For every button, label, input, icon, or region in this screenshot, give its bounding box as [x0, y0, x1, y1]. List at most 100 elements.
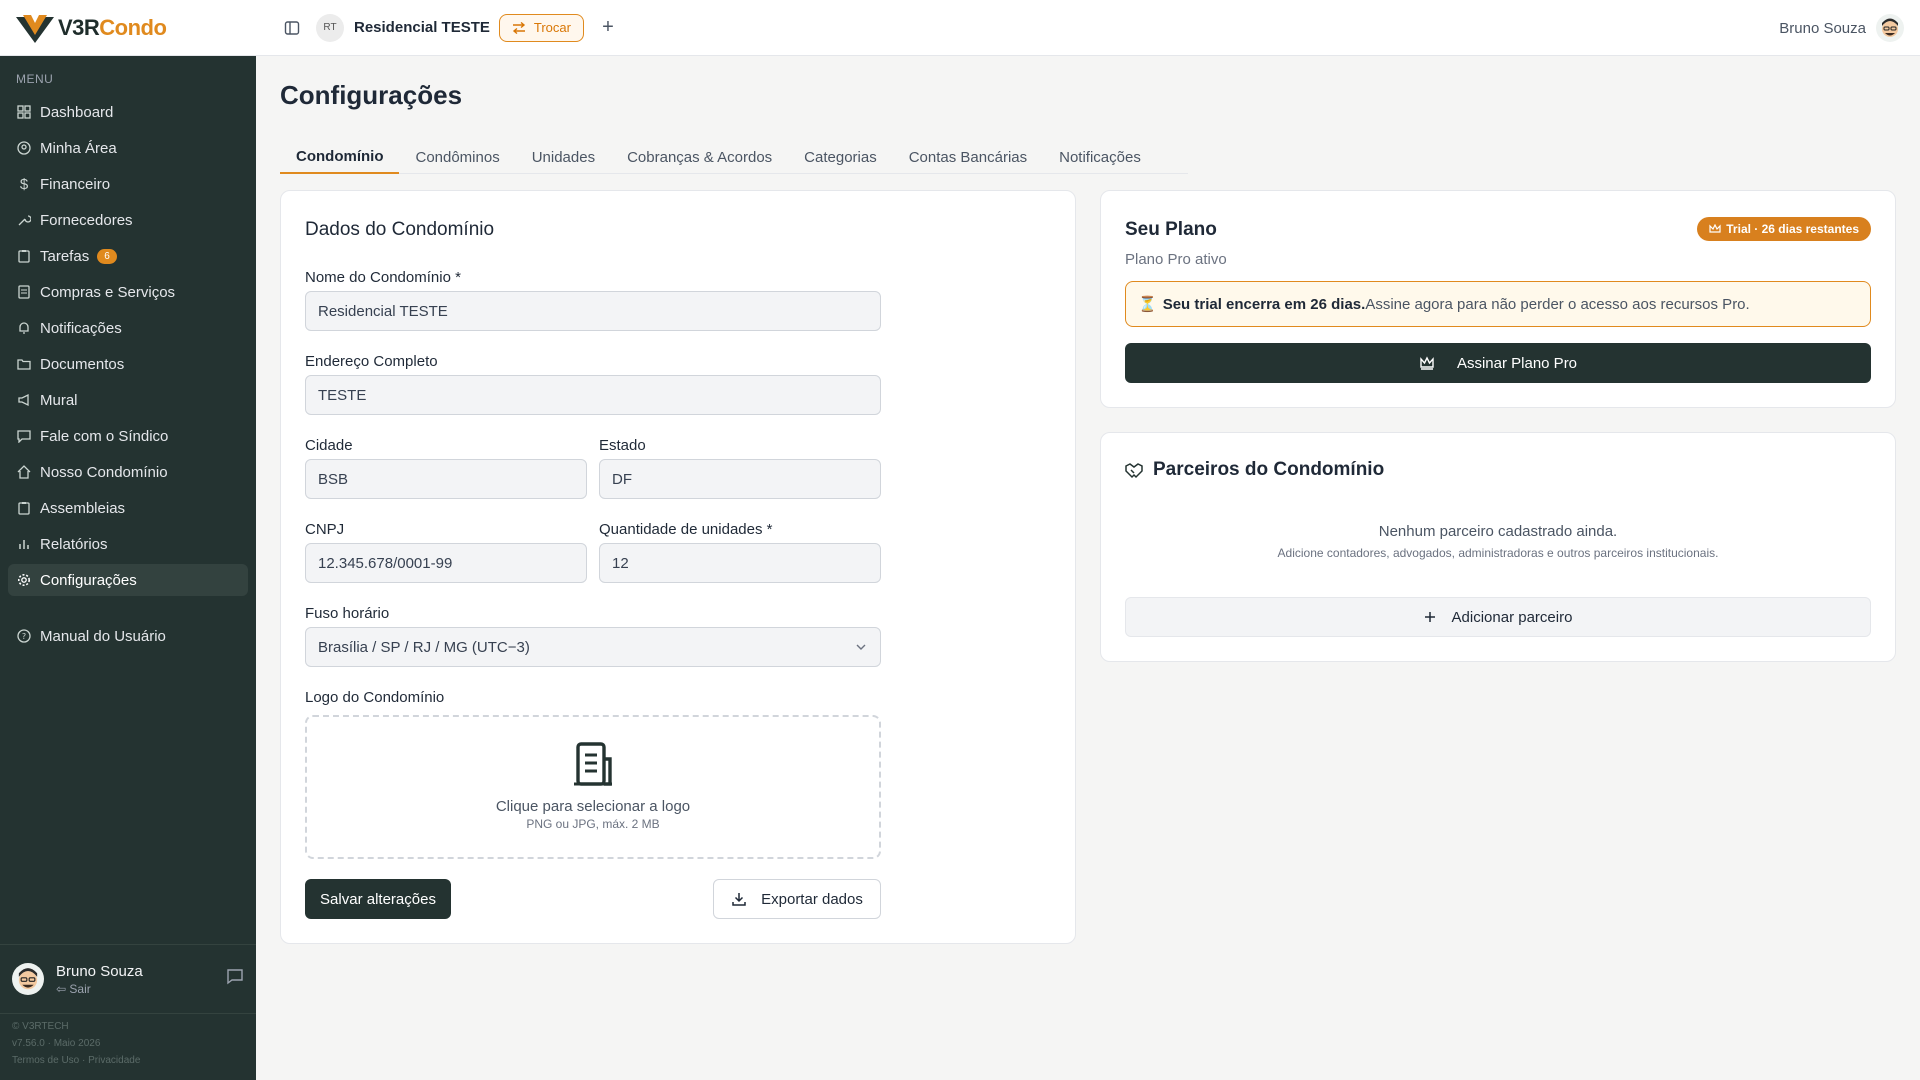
clipboard-icon [16, 248, 32, 264]
hourglass-icon: ⏳ [1138, 296, 1157, 313]
condo-name-input[interactable]: Residencial TESTE [305, 291, 881, 331]
sidebar-item-tarefas[interactable]: Tarefas 6 [8, 240, 248, 272]
cnpj-input[interactable]: 12.345.678/0001-99 [305, 543, 587, 583]
export-data-label: Exportar dados [761, 890, 863, 908]
export-data-button[interactable]: Exportar dados [713, 879, 881, 919]
tab-notificacoes[interactable]: Notificações [1043, 140, 1157, 174]
sidebar-item-label: Tarefas [40, 247, 90, 265]
folder-icon [16, 356, 32, 372]
trial-alert-strong: Seu trial encerra em 26 dias. [1162, 295, 1366, 313]
sidebar-item-documentos[interactable]: Documentos [8, 348, 248, 380]
footer-version: v7.56.0 · Maio 2026 [12, 1038, 101, 1049]
partners-header: Parceiros do Condomínio [1125, 459, 1384, 481]
timezone-select[interactable]: Brasília / SP / RJ / MG (UTC−3) [305, 627, 881, 667]
sidebar-item-configuracoes[interactable]: Configurações [8, 564, 248, 596]
switch-condo-label: Trocar [533, 20, 571, 35]
sidebar-item-financeiro[interactable]: $ Financeiro [8, 168, 248, 200]
save-button[interactable]: Salvar alterações [305, 879, 451, 919]
address-label: Endereço Completo [305, 353, 438, 370]
help-circle-icon: ? [16, 628, 32, 644]
partners-card: Parceiros do Condomínio Nenhum parceiro … [1100, 432, 1896, 662]
logo-upload-constraints: PNG ou JPG, máx. 2 MB [526, 817, 660, 831]
sidebar-item-relatorios[interactable]: Relatórios [8, 528, 248, 560]
address-input[interactable]: TESTE [305, 375, 881, 415]
sidebar-item-label: Compras e Serviços [40, 283, 176, 301]
plus-icon [1424, 612, 1435, 622]
current-condo-name: Residencial TESTE [354, 19, 490, 36]
clipboard-icon [16, 500, 32, 516]
tab-contas-bancarias[interactable]: Contas Bancárias [893, 140, 1043, 174]
trial-badge-label: Trial · 26 dias restantes [1726, 222, 1859, 236]
crown-icon [1709, 224, 1721, 233]
user-circle-icon [16, 140, 32, 156]
tab-unidades[interactable]: Unidades [516, 140, 611, 174]
wrench-icon [16, 212, 32, 228]
sidebar-item-fale-sindico[interactable]: Fale com o Síndico [8, 420, 248, 452]
subscribe-pro-button[interactable]: Assinar Plano Pro [1125, 343, 1871, 383]
condo-data-title: Dados do Condomínio [305, 219, 495, 240]
top-bar: V3RCondo RT Residencial TESTE Trocar + B… [0, 0, 1920, 56]
menu-section-label: MENU [16, 72, 54, 86]
sidebar-item-minha-area[interactable]: Minha Área [8, 132, 248, 164]
logo-upload-hint: Clique para selecionar a logo [495, 798, 691, 815]
page-title: Configurações [280, 80, 463, 110]
handshake-icon [1125, 463, 1143, 479]
tasks-count-badge: 6 [97, 248, 117, 264]
sidebar-item-label: Dashboard [40, 103, 114, 121]
terms-link[interactable]: Termos de Uso [12, 1055, 79, 1066]
timezone-value: Brasília / SP / RJ / MG (UTC−3) [318, 638, 530, 656]
sidebar-manual-section: ? Manual do Usuário [8, 620, 248, 656]
logo-mark-icon [16, 14, 54, 43]
units-count-label: Quantidade de unidades * [599, 521, 773, 538]
logout-icon: ⇦ [56, 981, 67, 996]
state-input[interactable]: DF [599, 459, 881, 499]
building-icon [307, 741, 879, 792]
logout-link[interactable]: ⇦ Sair [56, 982, 143, 996]
logo-upload-dropzone[interactable]: Clique para selecionar a logo PNG ou JPG… [305, 715, 881, 859]
toggle-sidebar-button[interactable] [276, 12, 308, 44]
logout-label: Sair [69, 981, 91, 996]
sidebar-item-label: Documentos [40, 355, 125, 373]
city-label: Cidade [305, 437, 353, 454]
switch-condo-button[interactable]: Trocar [498, 13, 584, 42]
sidebar-item-label: Fornecedores [40, 211, 133, 229]
sidebar-item-mural[interactable]: Mural [8, 384, 248, 416]
sidebar-item-label: Fale com o Síndico [40, 427, 169, 445]
sidebar-item-compras[interactable]: Compras e Serviços [8, 276, 248, 308]
plan-card: Seu Plano Trial · 26 dias restantes Plan… [1100, 190, 1896, 408]
cnpj-label: CNPJ [305, 521, 345, 538]
units-count-input[interactable]: 12 [599, 543, 881, 583]
tab-cobrancas-acordos[interactable]: Cobranças & Acordos [611, 140, 788, 174]
tab-categorias[interactable]: Categorias [788, 140, 893, 174]
sidebar-item-dashboard[interactable]: Dashboard [8, 96, 248, 128]
sidebar: MENU Dashboard Minha Área $ Financeiro F… [0, 56, 256, 1080]
city-input[interactable]: BSB [305, 459, 587, 499]
sidebar-item-assembleias[interactable]: Assembleias [8, 492, 248, 524]
sidebar-item-fornecedores[interactable]: Fornecedores [8, 204, 248, 236]
app-logo[interactable]: V3RCondo [0, 0, 256, 56]
sidebar-item-notificacoes[interactable]: Notificações [8, 312, 248, 344]
user-avatar[interactable] [12, 963, 44, 995]
plan-title: Seu Plano [1125, 219, 1217, 240]
timezone-label: Fuso horário [305, 605, 390, 622]
gear-icon [16, 572, 32, 588]
tab-condominos[interactable]: Condôminos [399, 140, 515, 174]
add-partner-button[interactable]: Adicionar parceiro [1125, 597, 1871, 637]
condo-name-label: Nome do Condomínio * [305, 269, 461, 286]
sidebar-item-manual[interactable]: ? Manual do Usuário [8, 620, 248, 652]
add-condo-icon[interactable]: + [596, 16, 620, 39]
download-icon [732, 893, 746, 906]
condo-avatar: RT [316, 13, 344, 42]
logo-text-condo: Condo [99, 14, 167, 40]
sidebar-item-label: Notificações [40, 319, 122, 337]
state-label: Estado [599, 437, 646, 454]
megaphone-icon [16, 392, 32, 408]
partners-title: Parceiros do Condomínio [1153, 459, 1385, 480]
header-user-name[interactable]: Bruno Souza [1779, 20, 1866, 37]
sidebar-item-nosso-condominio[interactable]: Nosso Condomínio [8, 456, 248, 488]
grid-icon [16, 104, 32, 120]
privacy-link[interactable]: Privacidade [88, 1055, 140, 1066]
chat-icon[interactable] [226, 967, 244, 990]
user-avatar[interactable] [1876, 14, 1904, 42]
tab-condominio[interactable]: Condomínio [280, 140, 400, 174]
